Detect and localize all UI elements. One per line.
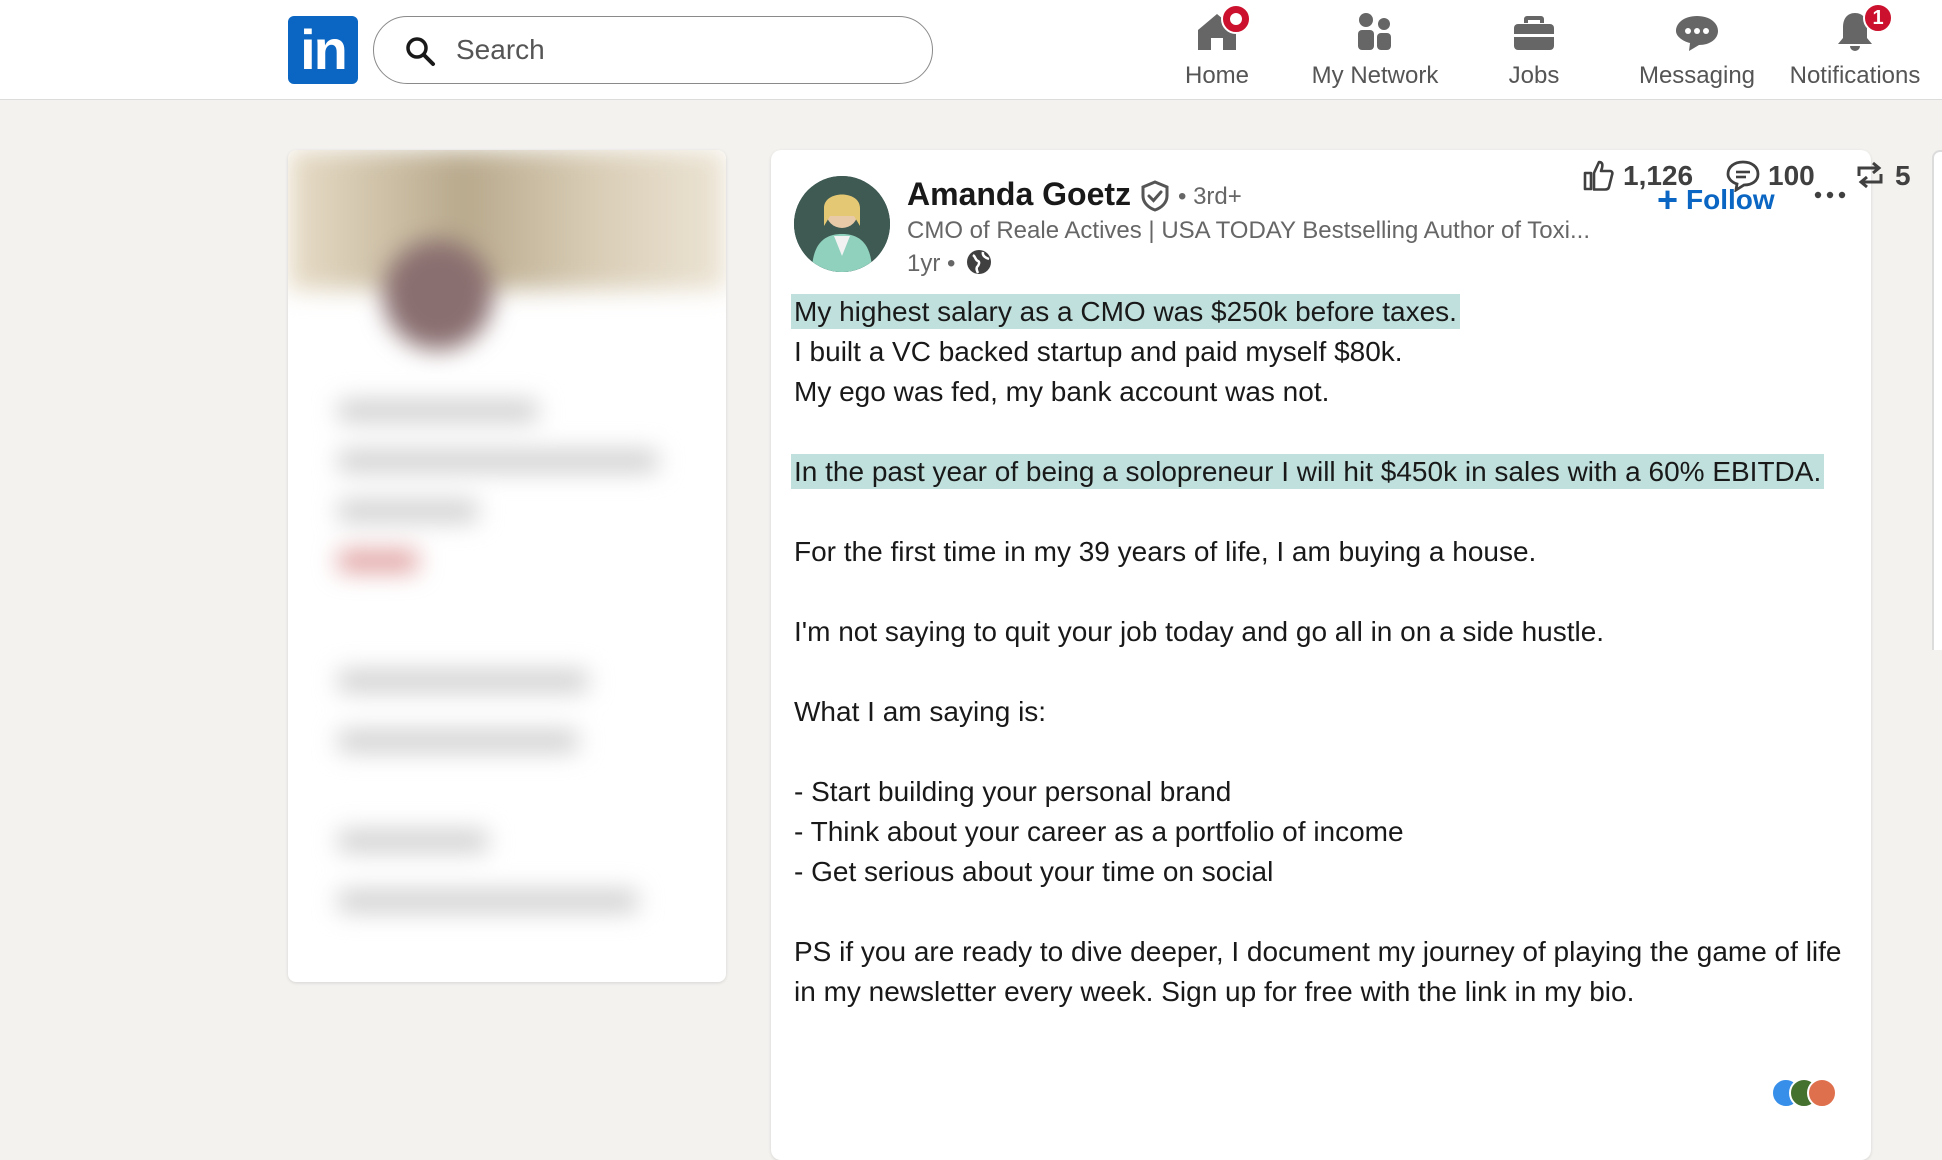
highlighted-text: In the past year of being a solopreneur …	[791, 454, 1825, 489]
top-nav: in Home My Network Jobs	[0, 0, 1942, 100]
body-text: I'm not saying to quit your job today an…	[794, 616, 1605, 647]
post-body-line	[794, 892, 1854, 932]
comment-icon	[1726, 160, 1760, 192]
post-body-line	[794, 652, 1854, 692]
body-text: PS if you are ready to dive deeper, I do…	[794, 936, 1842, 1007]
nav-messaging[interactable]: Messaging	[1627, 0, 1767, 100]
thumbs-up-icon	[1583, 160, 1614, 191]
search-input[interactable]	[456, 27, 896, 73]
post-time: 1yr •	[907, 250, 956, 277]
home-dot-badge	[1221, 4, 1251, 34]
author-avatar[interactable]	[794, 176, 890, 272]
post-body-line	[794, 492, 1854, 532]
reaction-icons[interactable]	[1771, 1078, 1851, 1110]
post-body-line: What I am saying is:	[794, 692, 1854, 732]
body-text: - Think about your career as a portfolio…	[794, 816, 1404, 847]
nav-home[interactable]: Home	[1167, 0, 1267, 100]
body-text: - Start building your personal brand	[794, 776, 1232, 807]
blurred-content	[288, 150, 726, 982]
highlighted-text: My highest salary as a CMO was $250k bef…	[791, 294, 1460, 329]
right-column-edge	[1932, 150, 1942, 650]
more-options-icon[interactable]	[1813, 188, 1847, 202]
search-icon	[406, 37, 435, 66]
nav-label: Notifications	[1789, 62, 1921, 89]
repost-count: 5	[1895, 160, 1911, 191]
nav-jobs[interactable]: Jobs	[1484, 0, 1584, 100]
notification-count-badge: 1	[1863, 3, 1893, 33]
author-headline: CMO of Reale Actives | USA TODAY Bestsel…	[907, 217, 1590, 244]
post-body-line: - Start building your personal brand	[794, 772, 1854, 812]
comment-count: 100	[1768, 160, 1815, 191]
body-text: - Get serious about your time on social	[794, 856, 1274, 887]
love-reaction-icon	[1807, 1078, 1837, 1108]
linkedin-logo[interactable]: in	[288, 16, 358, 84]
post-body-line: - Get serious about your time on social	[794, 852, 1854, 892]
like-count: 1,126	[1623, 160, 1694, 191]
nav-label: Jobs	[1508, 62, 1560, 89]
avatar-photo	[794, 176, 890, 272]
nav-label: My Network	[1311, 62, 1439, 89]
post-body-line: My highest salary as a CMO was $250k bef…	[791, 292, 1854, 332]
author-name[interactable]: Amanda Goetz	[907, 176, 1131, 213]
briefcase-icon	[1514, 16, 1554, 50]
post-body-line: PS if you are ready to dive deeper, I do…	[794, 932, 1854, 1012]
verified-badge-icon	[1141, 180, 1169, 212]
search-box[interactable]	[373, 16, 933, 84]
body-text: My ego was fed, my bank account was not.	[794, 376, 1330, 407]
post-body-line	[794, 412, 1854, 452]
globe-icon	[967, 250, 991, 274]
nav-my-network[interactable]: My Network	[1300, 0, 1450, 100]
post-body-line: I built a VC backed startup and paid mys…	[794, 332, 1854, 372]
network-icon	[1358, 13, 1391, 50]
post-body-line: I'm not saying to quit your job today an…	[794, 612, 1854, 652]
nav-label: Home	[1184, 62, 1250, 89]
feed-post: Amanda Goetz • 3rd+ CMO of Reale Actives…	[771, 150, 1911, 1160]
post-body-line: In the past year of being a solopreneur …	[791, 452, 1854, 492]
repost-icon	[1857, 161, 1883, 189]
body-text: What I am saying is:	[794, 696, 1047, 727]
nav-label: Messaging	[1638, 62, 1756, 89]
post-body-line	[794, 732, 1854, 772]
post-body-line: - Think about your career as a portfolio…	[794, 812, 1854, 852]
body-text: For the first time in my 39 years of lif…	[794, 536, 1537, 567]
post-body: My highest salary as a CMO was $250k bef…	[791, 292, 1854, 1012]
post-body-line: For the first time in my 39 years of lif…	[794, 532, 1854, 572]
connection-degree: • 3rd+	[1178, 183, 1242, 210]
nav-notifications[interactable]: 1 Notifications	[1780, 0, 1930, 100]
body-text: I built a VC backed startup and paid mys…	[794, 336, 1403, 367]
messaging-icon	[1676, 16, 1718, 51]
post-body-line	[794, 572, 1854, 612]
post-body-line: My ego was fed, my bank account was not.	[794, 372, 1854, 412]
profile-card-blurred	[288, 150, 726, 982]
